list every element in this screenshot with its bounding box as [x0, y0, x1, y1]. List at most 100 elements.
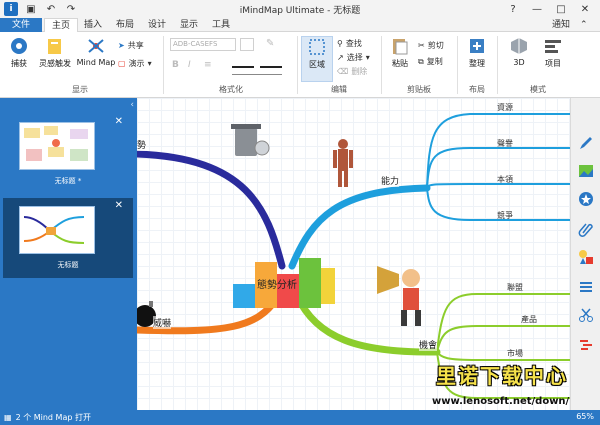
branch-top-right[interactable]: [288, 184, 431, 270]
paintbrush-icon[interactable]: ✎: [266, 38, 274, 49]
line-style-icon[interactable]: [260, 58, 282, 68]
tab-layout[interactable]: 布局: [112, 18, 138, 32]
tab-display[interactable]: 显示: [176, 18, 202, 32]
window-controls: ? — □ ✕: [502, 1, 596, 17]
map-thumbnail-caption: 无标题: [57, 261, 79, 269]
bold-icon[interactable]: B: [172, 60, 179, 70]
region-icon: [309, 39, 325, 55]
group-mode-label: 模式: [530, 85, 546, 94]
leaf-market[interactable]: 市場: [507, 348, 523, 359]
tab-file[interactable]: 文件: [0, 18, 42, 32]
help-icon[interactable]: ?: [502, 1, 524, 17]
share-label: 共享: [127, 41, 144, 50]
chevron-up-icon[interactable]: ⌃: [580, 18, 588, 32]
leaf-skills[interactable]: 本領: [497, 174, 513, 185]
trash-image[interactable]: [231, 124, 270, 156]
pencil-icon[interactable]: [577, 134, 595, 152]
project-label: 项目: [545, 59, 561, 68]
brainstorm-label: 灵感触发: [39, 59, 71, 68]
image-icon[interactable]: [577, 162, 595, 180]
capture-button[interactable]: 捕获: [4, 36, 34, 69]
ribbon: 捕获 灵感触发 Mind Map ➤ 共享 ▢ 演示 ▾ 显示 ADB-CASE…: [0, 32, 600, 98]
open-maps-status: 2 个 Mind Map 打开: [15, 413, 91, 422]
branch-label-opportunity[interactable]: 機會: [419, 338, 438, 351]
minimize-icon[interactable]: —: [526, 1, 548, 17]
tab-design[interactable]: 设计: [144, 18, 170, 32]
cursor-icon: ↗: [337, 53, 344, 62]
cut-button[interactable]: ✂ 剪切: [418, 40, 444, 51]
text-align-icon[interactable]: ≡: [204, 60, 212, 70]
tab-home[interactable]: 主页: [44, 18, 78, 33]
delete-label: 删除: [351, 67, 368, 76]
status-left: ▦ 2 个 Mind Map 打开: [4, 412, 91, 423]
copy-label: 复制: [426, 57, 443, 66]
cube-icon: [511, 38, 527, 54]
project-button[interactable]: 项目: [538, 36, 568, 69]
maps-icon: ▦: [4, 413, 12, 422]
leaf-product[interactable]: 產品: [521, 314, 537, 325]
ribbon-separator: [163, 36, 164, 94]
present-button[interactable]: ▢ 演示 ▾: [118, 58, 152, 69]
find-button[interactable]: ⚲ 查找: [337, 38, 362, 49]
group-format-label: 格式化: [219, 85, 243, 94]
brainstorm-button[interactable]: 灵感触发: [36, 36, 74, 69]
branch-label-threat[interactable]: 威嚇: [153, 316, 172, 329]
title-bar: i ▣ ↶ ↷ iMindMap Ultimate - 无标题 ? — □ ✕: [0, 0, 600, 18]
chevron-down-icon: ▾: [365, 53, 370, 62]
copy-button[interactable]: ⧉ 复制: [418, 56, 443, 67]
maximize-icon[interactable]: □: [550, 1, 572, 17]
anatomy-figure-image[interactable]: [333, 139, 353, 187]
trash-icon: ⌫: [337, 67, 349, 76]
close-icon[interactable]: ✕: [115, 200, 123, 211]
gantt-icon[interactable]: [577, 336, 595, 354]
capture-icon: [11, 38, 27, 54]
menu-bar: 文件 主页 插入 布局 设计 显示 工具 通知 ⌃: [0, 18, 600, 33]
view-3d-button[interactable]: 3D: [504, 36, 534, 67]
tab-insert[interactable]: 插入: [80, 18, 106, 32]
list-icon[interactable]: [577, 278, 595, 296]
font-size-box[interactable]: [240, 38, 254, 51]
delete-button[interactable]: ⌫ 删除: [337, 66, 367, 77]
map-thumbnail-selected[interactable]: 无标题 ✕: [3, 198, 133, 278]
attachment-icon[interactable]: [577, 220, 595, 238]
organize-label: 整理: [469, 59, 485, 68]
scissors-icon[interactable]: [577, 306, 595, 324]
close-icon[interactable]: ✕: [115, 116, 123, 127]
branch-label-top-left[interactable]: 勢: [137, 138, 147, 151]
central-topic-label[interactable]: 態勢分析: [257, 276, 297, 291]
line-color-icon[interactable]: [232, 58, 254, 68]
select-button[interactable]: ↗ 选择 ▾: [337, 52, 370, 63]
leaf-alliance[interactable]: 聯盟: [507, 282, 523, 293]
shapes-icon[interactable]: [577, 248, 595, 266]
branch-top-left[interactable]: [137, 150, 286, 270]
leaf-competition[interactable]: 競爭: [497, 210, 513, 221]
zoom-level[interactable]: 65%: [576, 412, 594, 421]
group-display-label: 显示: [72, 85, 88, 94]
chevron-left-icon[interactable]: ‹: [130, 100, 134, 110]
notify-link[interactable]: 通知: [552, 18, 570, 32]
paste-button[interactable]: 粘贴: [385, 36, 415, 69]
organize-icon: [470, 39, 484, 53]
region-button[interactable]: 区域: [301, 36, 333, 82]
megaphone-man-image[interactable]: [377, 266, 421, 326]
brainstorm-icon: [48, 39, 61, 54]
project-icon: [545, 40, 561, 53]
mindmap-label: Mind Map: [76, 58, 116, 67]
font-name-box[interactable]: ADB-CASEFS: [170, 38, 236, 51]
map-thumbnail-caption: 无标题 *: [54, 177, 82, 185]
leaf-resources[interactable]: 資源: [497, 102, 513, 113]
mindmap-icon: [88, 39, 104, 53]
close-icon[interactable]: ✕: [574, 1, 596, 17]
map-thumbnail[interactable]: 无标题 * ✕: [3, 114, 133, 194]
star-icon[interactable]: [577, 190, 595, 208]
organize-button[interactable]: 整理: [462, 36, 492, 69]
present-icon: ▢: [118, 59, 126, 68]
line-weight-icon[interactable]: [232, 74, 282, 75]
italic-icon[interactable]: I: [188, 60, 191, 70]
share-button[interactable]: ➤ 共享: [118, 40, 144, 51]
leaf-reputation[interactable]: 聲譽: [497, 138, 513, 149]
tab-tools[interactable]: 工具: [208, 18, 234, 32]
group-edit-label: 编辑: [331, 85, 347, 94]
mindmap-button[interactable]: Mind Map: [76, 36, 116, 67]
branch-label-ability[interactable]: 能力: [381, 174, 400, 187]
